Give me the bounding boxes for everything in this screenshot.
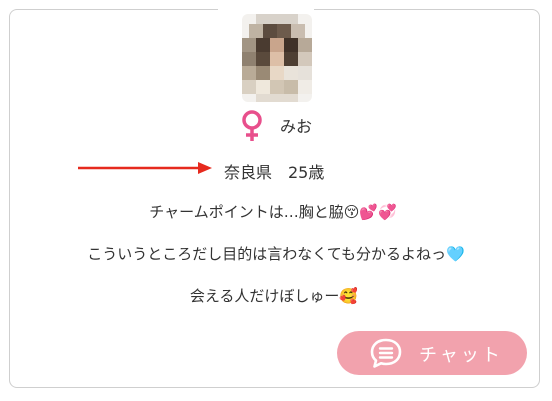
- red-arrow-icon: [78, 158, 214, 178]
- avatar-image-icon: [242, 14, 312, 102]
- bio-line-3: 会える人だけぼしゅー🥰: [189, 287, 359, 305]
- avatar-container: [218, 0, 314, 106]
- profile-name: みお: [280, 117, 313, 136]
- chat-button[interactable]: チャット: [337, 331, 527, 375]
- chat-button-label: チャット: [419, 345, 503, 366]
- chat-bubble-icon: [369, 337, 403, 369]
- avatar[interactable]: [242, 14, 312, 102]
- profile-location-age: 奈良県 25歳: [224, 163, 325, 182]
- bio-line-2: こういうところだし目的は言わなくても分かるよねっ🩵: [87, 245, 465, 263]
- female-symbol-icon: [237, 109, 267, 143]
- bio-line-1: チャームポイントは…胸と脇😚💕💞: [149, 203, 397, 221]
